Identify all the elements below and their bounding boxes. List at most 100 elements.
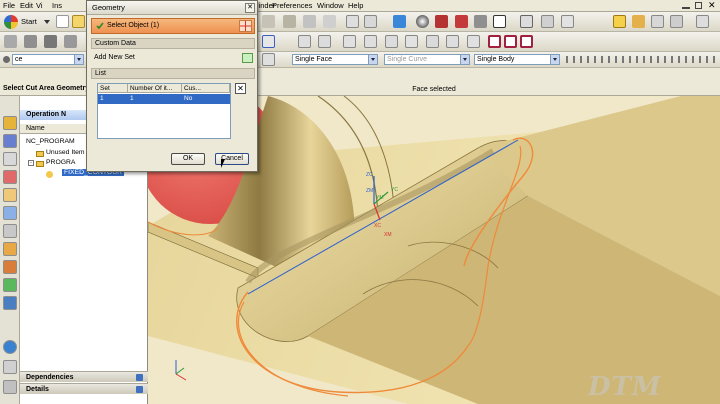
cam-icon-1[interactable]: [4, 35, 17, 48]
cell-custom[interactable]: No: [182, 94, 230, 104]
operation-navigator-icon[interactable]: [3, 116, 17, 130]
dependencies-section[interactable]: Dependencies: [20, 371, 148, 382]
snap-point-icon[interactable]: [262, 53, 275, 66]
tree-item-unused[interactable]: Unused Item: [46, 149, 85, 156]
coordinate-icon-2[interactable]: [318, 35, 331, 48]
minimize-icon[interactable]: [682, 7, 690, 9]
column-custom[interactable]: Cus...: [182, 84, 230, 93]
column-set[interactable]: Set: [98, 84, 128, 93]
zoom-icon[interactable]: [364, 15, 377, 28]
orient-wcs-icon[interactable]: [262, 35, 275, 48]
chevron-down-icon[interactable]: [368, 55, 377, 64]
snap-toolbar-icons[interactable]: [566, 56, 716, 63]
settings-icon[interactable]: [3, 380, 17, 394]
type-filter-combo[interactable]: ce: [12, 54, 84, 65]
tree-item-nc-program[interactable]: NC_PROGRAM: [26, 138, 75, 145]
tree-item-program[interactable]: PROGRA: [46, 159, 75, 166]
wireframe-icon[interactable]: [474, 15, 487, 28]
cell-set[interactable]: 1: [98, 94, 128, 104]
tool-icon-1[interactable]: [262, 15, 275, 28]
part-navigator-icon[interactable]: [3, 170, 17, 184]
shaded-icon[interactable]: [435, 15, 448, 28]
process-studio-icon[interactable]: [3, 260, 17, 274]
coordinate-icon-4[interactable]: [364, 35, 377, 48]
coordinate-icon-5[interactable]: [385, 35, 398, 48]
cell-number[interactable]: 1: [128, 94, 182, 104]
cam-icon-4[interactable]: [64, 35, 77, 48]
render-style-icon[interactable]: [416, 15, 429, 28]
view-cube-icon[interactable]: [393, 15, 406, 28]
cam-icon-3[interactable]: [44, 35, 57, 48]
menu-view[interactable]: Vi: [36, 1, 43, 10]
expand-icon[interactable]: -: [28, 160, 34, 166]
menu-insert[interactable]: Ins: [52, 1, 62, 10]
add-set-button[interactable]: [242, 53, 253, 63]
dialog-close-button[interactable]: ✕: [245, 3, 255, 13]
chevron-down-icon[interactable]: [136, 374, 143, 381]
chevron-down-icon[interactable]: [550, 55, 559, 64]
tool-icon-4[interactable]: [323, 15, 336, 28]
tool-icon-8[interactable]: [696, 15, 709, 28]
machine-tool-icon[interactable]: [3, 134, 17, 148]
analysis-icon[interactable]: [613, 15, 626, 28]
coordinate-icon-7[interactable]: [426, 35, 439, 48]
column-number-of-items[interactable]: Number Of it...: [128, 84, 182, 93]
menu-help[interactable]: Help: [348, 1, 363, 10]
details-section[interactable]: Details: [20, 383, 148, 394]
pan-icon[interactable]: [346, 15, 359, 28]
chevron-down-icon[interactable]: [136, 386, 143, 393]
reuse-library-icon[interactable]: [3, 206, 17, 220]
menu-edit[interactable]: Edit: [20, 1, 33, 10]
set-list-table[interactable]: Set Number Of it... Cus... 1 1 No: [97, 83, 231, 139]
layer-icon[interactable]: [520, 15, 533, 28]
coordinate-icon-1[interactable]: [298, 35, 311, 48]
history-icon[interactable]: [3, 152, 17, 166]
curve-rule-combo[interactable]: Single Curve: [384, 54, 470, 65]
menu-file[interactable]: File: [3, 1, 15, 10]
tool-icon-6[interactable]: [651, 15, 664, 28]
coordinate-icon-9[interactable]: [467, 35, 480, 48]
chevron-down-icon[interactable]: [460, 55, 469, 64]
coordinate-icon-6[interactable]: [405, 35, 418, 48]
tool-icon-2[interactable]: [283, 15, 296, 28]
red-box-icon-1[interactable]: [488, 35, 501, 48]
shaded-edges-icon[interactable]: [455, 15, 468, 28]
tool-icon-7[interactable]: [670, 15, 683, 28]
tool-icon-5[interactable]: [632, 15, 645, 28]
select-object-row[interactable]: Select Object (1): [91, 18, 255, 34]
remove-set-icon[interactable]: ✕: [235, 83, 246, 94]
color-icon[interactable]: [493, 15, 506, 28]
nx-start-icon[interactable]: [4, 15, 18, 29]
cam-icon-2[interactable]: [24, 35, 37, 48]
ok-button[interactable]: OK: [171, 153, 205, 165]
list-section[interactable]: List: [91, 68, 255, 79]
close-window-icon[interactable]: ✕: [708, 0, 716, 10]
coordinate-icon-8[interactable]: [446, 35, 459, 48]
tool-icon-3[interactable]: [303, 15, 316, 28]
custom-data-section[interactable]: Custom Data: [91, 38, 255, 49]
information-icon[interactable]: [3, 340, 17, 354]
red-box-icon-3[interactable]: [520, 35, 533, 48]
add-new-set-row[interactable]: Add New Set: [91, 52, 255, 64]
web-browser-icon[interactable]: [3, 224, 17, 238]
menu-window[interactable]: Window: [317, 1, 344, 10]
new-file-icon[interactable]: [56, 15, 69, 28]
system-icon[interactable]: [3, 296, 17, 310]
select-object-button[interactable]: [239, 20, 252, 32]
assembly-icon[interactable]: [3, 188, 17, 202]
start-button[interactable]: Start: [21, 17, 37, 26]
snap-icon[interactable]: [541, 15, 554, 28]
face-rule-combo[interactable]: Single Face: [292, 54, 378, 65]
open-folder-icon[interactable]: [72, 15, 85, 28]
red-box-icon-2[interactable]: [504, 35, 517, 48]
palette-icon[interactable]: [3, 242, 17, 256]
roles-icon[interactable]: [3, 278, 17, 292]
menu-preferences[interactable]: Preferences: [272, 1, 312, 10]
measure-icon[interactable]: [561, 15, 574, 28]
help-icon[interactable]: [3, 360, 17, 374]
body-rule-combo[interactable]: Single Body: [474, 54, 560, 65]
restore-icon[interactable]: [695, 2, 702, 9]
chevron-down-icon[interactable]: [44, 20, 50, 24]
chevron-down-icon[interactable]: [74, 55, 83, 64]
coordinate-icon-3[interactable]: [343, 35, 356, 48]
